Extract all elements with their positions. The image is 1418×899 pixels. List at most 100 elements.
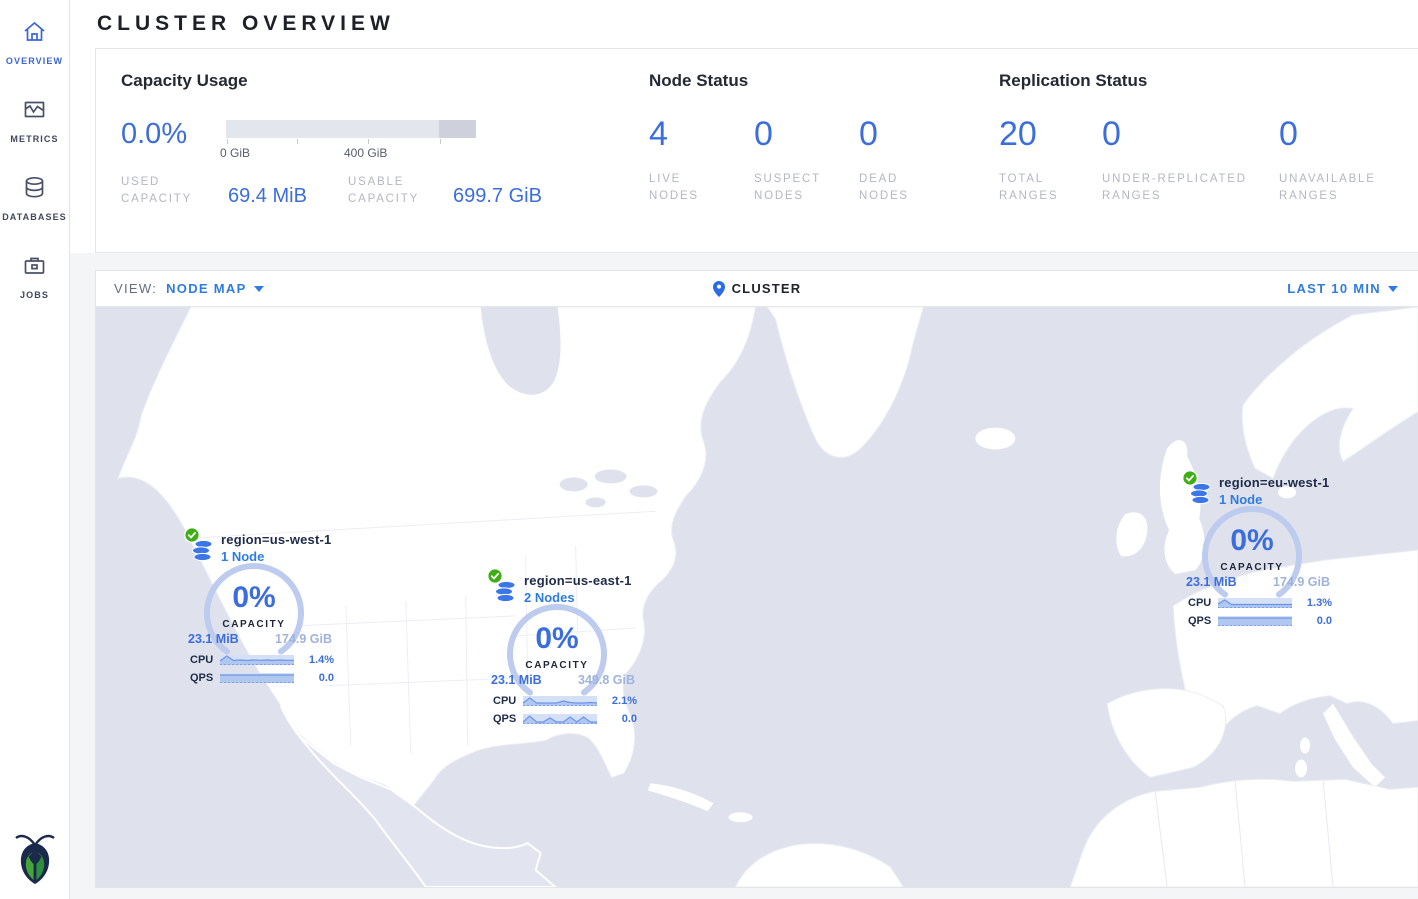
cluster-summary-panel: Capacity Usage 0.0% 0 GiB 400 GiB (95, 48, 1418, 253)
replication-status-section: Replication Status 20 TOTAL RANGES 0 UND… (999, 71, 1418, 252)
cockroachdb-logo (13, 830, 57, 889)
page-title: CLUSTER OVERVIEW (97, 12, 395, 36)
qps-value: 0.0 (1292, 615, 1332, 627)
sidebar-item-jobs[interactable]: JOBS (0, 240, 70, 312)
suspect-nodes-metric: 0 SUSPECT NODES (754, 115, 859, 205)
time-range-value: LAST 10 MIN (1287, 281, 1381, 296)
capacity-usage-section: Capacity Usage 0.0% 0 GiB 400 GiB (121, 71, 649, 252)
breadcrumb[interactable]: CLUSTER (732, 281, 802, 296)
cpu-sparkline (523, 695, 597, 707)
view-label: VIEW: (114, 281, 157, 296)
gauge-label: CAPACITY (1198, 562, 1306, 573)
sidebar: OVERVIEW METRICS DATABASES JOBS (0, 0, 70, 899)
region-card-eu-west-1[interactable]: region=eu-west-1 1 Node 0% CAPACITY 23.1… (1182, 470, 1334, 640)
cpu-value: 1.3% (1292, 597, 1332, 609)
capacity-gauge: 0% CAPACITY (1198, 502, 1306, 610)
sidebar-item-label: METRICS (10, 134, 58, 144)
region-used-capacity: 23.1 MiB (491, 673, 542, 687)
view-selector-value: NODE MAP (166, 281, 246, 296)
suspect-nodes-label: SUSPECT NODES (754, 171, 834, 205)
usable-capacity-metric: USABLE CAPACITY 699.7 GiB (348, 174, 542, 208)
main-content: CLUSTER OVERVIEW Capacity Usage 0.0% 0 G… (70, 0, 1418, 899)
qps-label: QPS (493, 713, 523, 725)
sidebar-item-metrics[interactable]: METRICS (0, 84, 70, 156)
gauge-percent: 0% (1198, 524, 1306, 558)
usable-capacity-label: USABLE CAPACITY (348, 174, 453, 208)
capacity-usage-title: Capacity Usage (121, 71, 649, 91)
usable-capacity-value: 699.7 GiB (453, 185, 542, 208)
cpu-label: CPU (190, 654, 220, 666)
cpu-value: 1.4% (294, 654, 334, 666)
world-map: region=us-west-1 1 Node 0% CAPACITY 23.1… (96, 307, 1418, 887)
sidebar-item-overview[interactable]: OVERVIEW (0, 6, 70, 78)
sidebar-item-label: DATABASES (2, 212, 67, 222)
sidebar-item-databases[interactable]: DATABASES (0, 162, 70, 234)
region-usable-capacity: 174.9 GiB (1273, 575, 1330, 589)
location-pin-icon (713, 281, 725, 297)
region-usable-capacity: 349.8 GiB (578, 673, 635, 687)
gauge-label: CAPACITY (503, 660, 611, 671)
region-name: region=eu-west-1 (1219, 475, 1329, 490)
gauge-label: CAPACITY (200, 619, 308, 630)
capacity-gauge: 0% CAPACITY (503, 600, 611, 708)
node-status-section: Node Status 4 LIVE NODES 0 SUSPECT NODES… (649, 71, 999, 252)
region-name: region=us-west-1 (221, 532, 331, 547)
time-range-dropdown[interactable]: LAST 10 MIN (1287, 281, 1398, 296)
capacity-tick-0: 0 GiB (220, 146, 250, 160)
region-name: region=us-east-1 (524, 573, 632, 588)
qps-sparkline (523, 713, 597, 725)
gauge-percent: 0% (200, 581, 308, 615)
used-capacity-metric: USED CAPACITY 69.4 MiB (121, 174, 348, 208)
qps-sparkline (220, 672, 294, 684)
total-ranges-label: TOTAL RANGES (999, 171, 1079, 205)
used-capacity-value: 69.4 MiB (228, 185, 307, 208)
capacity-tick-400: 400 GiB (344, 146, 387, 160)
region-used-capacity: 23.1 MiB (1186, 575, 1237, 589)
unavailable-ranges-metric: 0 UNAVAILABLE RANGES (1279, 115, 1384, 205)
top-zone: CLUSTER OVERVIEW Capacity Usage 0.0% 0 G… (70, 0, 1418, 253)
region-card-us-east-1[interactable]: region=us-east-1 2 Nodes 0% CAPACITY 23.… (487, 568, 639, 738)
region-used-capacity: 23.1 MiB (188, 632, 239, 646)
metrics-icon (21, 96, 48, 128)
live-nodes-label: LIVE NODES (649, 171, 729, 205)
sidebar-item-label: OVERVIEW (6, 56, 63, 66)
region-usable-capacity: 174.9 GiB (275, 632, 332, 646)
view-selector-dropdown[interactable]: NODE MAP (166, 281, 263, 296)
capacity-gauge: 0% CAPACITY (200, 559, 308, 667)
capacity-bar-reserved-segment (439, 120, 476, 138)
live-nodes-metric: 4 LIVE NODES (649, 115, 754, 205)
cpu-sparkline (220, 654, 294, 666)
qps-label: QPS (1188, 615, 1218, 627)
qps-value: 0.0 (294, 672, 334, 684)
gauge-percent: 0% (503, 622, 611, 656)
used-capacity-label: USED CAPACITY (121, 174, 216, 208)
qps-value: 0.0 (597, 713, 637, 725)
under-replicated-ranges-value: 0 (1102, 115, 1279, 153)
total-ranges-value: 20 (999, 115, 1102, 153)
capacity-bar: 0 GiB 400 GiB (226, 115, 476, 161)
dead-nodes-value: 0 (859, 115, 964, 153)
capacity-bar-ticks (226, 138, 476, 145)
replication-status-title: Replication Status (999, 71, 1418, 91)
under-replicated-ranges-metric: 0 UNDER-REPLICATED RANGES (1102, 115, 1279, 205)
view-bar: VIEW: NODE MAP CLUSTER LAST 10 MIN (96, 271, 1418, 307)
suspect-nodes-value: 0 (754, 115, 859, 153)
chevron-down-icon (254, 286, 264, 292)
unavailable-ranges-label: UNAVAILABLE RANGES (1279, 171, 1404, 205)
cpu-label: CPU (493, 695, 523, 707)
dead-nodes-metric: 0 DEAD NODES (859, 115, 964, 205)
chevron-down-icon (1388, 286, 1398, 292)
capacity-used-percent: 0.0% (121, 115, 226, 161)
home-icon (21, 18, 48, 50)
cpu-value: 2.1% (597, 695, 637, 707)
briefcase-icon (21, 252, 48, 284)
under-replicated-ranges-label: UNDER-REPLICATED RANGES (1102, 171, 1267, 205)
database-icon (21, 174, 48, 206)
dead-nodes-label: DEAD NODES (859, 171, 939, 205)
sidebar-item-label: JOBS (20, 290, 49, 300)
region-card-us-west-1[interactable]: region=us-west-1 1 Node 0% CAPACITY 23.1… (184, 527, 336, 697)
page-header: CLUSTER OVERVIEW (70, 0, 1418, 48)
qps-sparkline (1218, 615, 1292, 627)
qps-label: QPS (190, 672, 220, 684)
total-ranges-metric: 20 TOTAL RANGES (999, 115, 1102, 205)
